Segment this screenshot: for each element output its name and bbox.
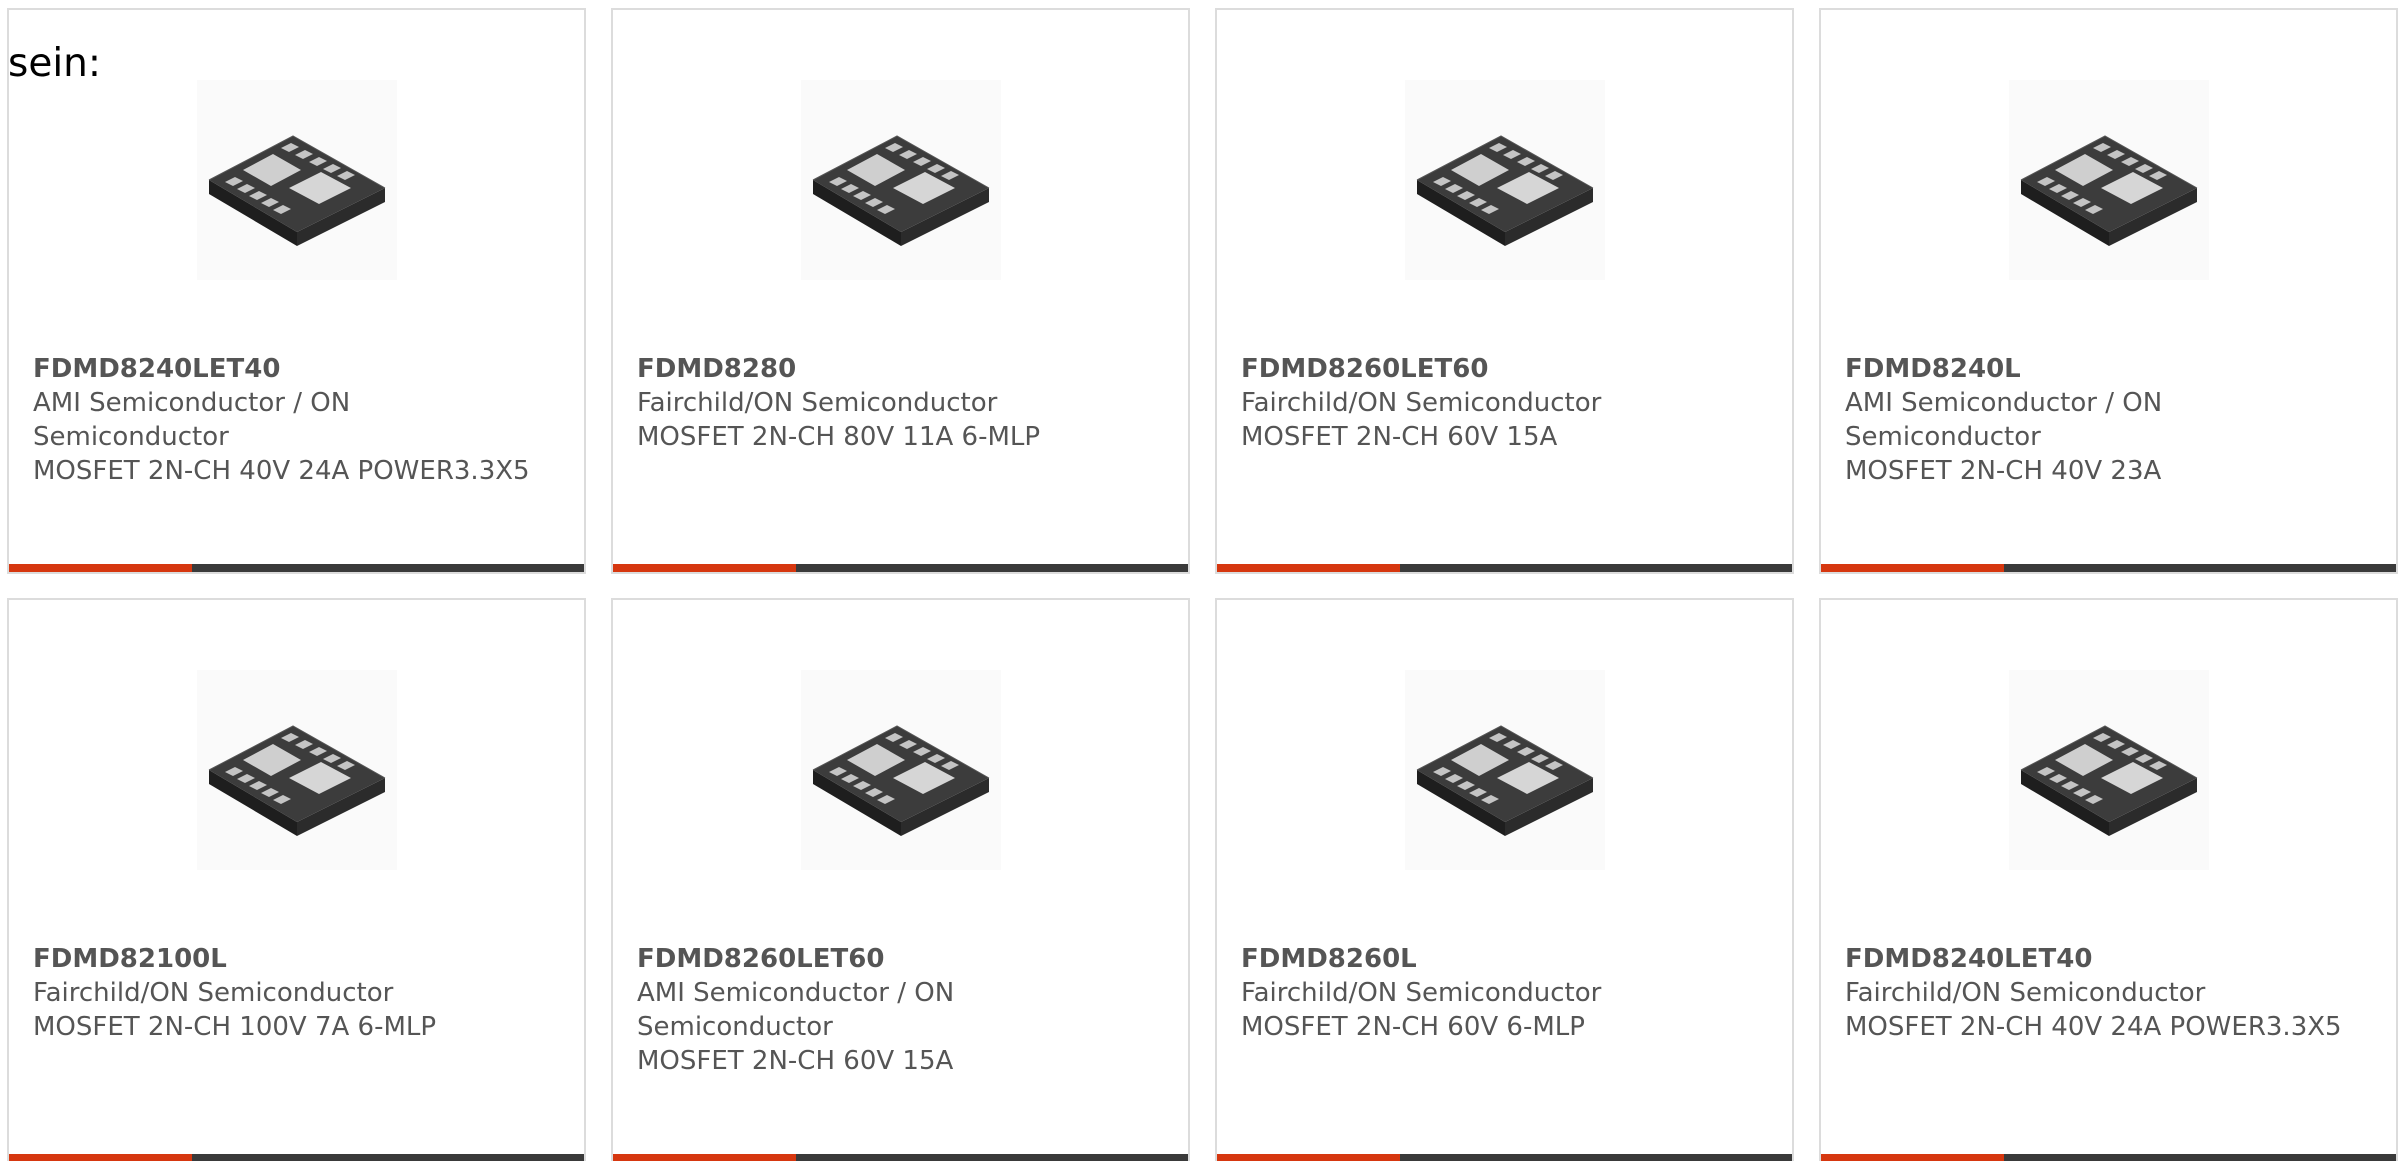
product-grid: FDMD8240LET40 AMI Semiconductor / ON Sem… <box>7 8 2400 1161</box>
mlp-chip-package-icon <box>2009 80 2209 280</box>
description: MOSFET 2N-CH 60V 15A <box>637 1046 954 1076</box>
part-number: FDMD82100L <box>33 944 227 974</box>
mlp-chip-package-icon <box>801 80 1001 280</box>
accent-segment <box>9 564 192 572</box>
card-footer-bar <box>9 564 584 572</box>
manufacturer: Fairchild/ON Semiconductor <box>33 978 394 1008</box>
manufacturer: Fairchild/ON Semiconductor <box>1845 978 2206 1008</box>
manufacturer: AMI Semiconductor / ON Semiconductor <box>33 388 351 452</box>
part-number: FDMD8240LET40 <box>33 354 281 384</box>
card-footer-bar <box>9 1154 584 1161</box>
product-card[interactable]: FDMD8260L Fairchild/ON Semiconductor MOS… <box>1215 598 1794 1161</box>
product-card[interactable]: FDMD8280 Fairchild/ON Semiconductor MOSF… <box>611 8 1190 574</box>
product-info: FDMD8260LET60 Fairchild/ON Semiconductor… <box>1241 352 1761 454</box>
mlp-chip-package-icon <box>1405 80 1605 280</box>
description: MOSFET 2N-CH 40V 24A POWER3.3X5 <box>33 456 530 486</box>
part-number: FDMD8240LET40 <box>1845 944 2093 974</box>
product-card[interactable]: FDMD8260LET60 Fairchild/ON Semiconductor… <box>1215 8 1794 574</box>
mlp-chip-package-icon <box>1405 670 1605 870</box>
manufacturer: Fairchild/ON Semiconductor <box>1241 388 1602 418</box>
description: MOSFET 2N-CH 80V 11A 6-MLP <box>637 422 1041 452</box>
product-card[interactable]: FDMD82100L Fairchild/ON Semiconductor MO… <box>7 598 586 1161</box>
description: MOSFET 2N-CH 60V 6-MLP <box>1241 1012 1585 1042</box>
accent-segment <box>1217 564 1400 572</box>
accent-segment <box>1217 1154 1400 1161</box>
part-number: FDMD8260LET60 <box>1241 354 1489 384</box>
product-info: FDMD82100L Fairchild/ON Semiconductor MO… <box>33 942 553 1044</box>
card-footer-bar <box>1217 564 1792 572</box>
card-footer-bar <box>613 1154 1188 1161</box>
product-card[interactable]: FDMD8240LET40 Fairchild/ON Semiconductor… <box>1819 598 2398 1161</box>
product-info: FDMD8260LET60 AMI Semiconductor / ON Sem… <box>637 942 1157 1078</box>
card-footer-bar <box>1217 1154 1792 1161</box>
mlp-chip-package-icon <box>2009 670 2209 870</box>
product-info: FDMD8240L AMI Semiconductor / ON Semicon… <box>1845 352 2365 488</box>
mlp-chip-package-icon <box>801 670 1001 870</box>
accent-segment <box>9 1154 192 1161</box>
product-card[interactable]: FDMD8240L AMI Semiconductor / ON Semicon… <box>1819 8 2398 574</box>
manufacturer: Fairchild/ON Semiconductor <box>637 388 998 418</box>
description: MOSFET 2N-CH 100V 7A 6-MLP <box>33 1012 437 1042</box>
product-card[interactable]: FDMD8260LET60 AMI Semiconductor / ON Sem… <box>611 598 1190 1161</box>
accent-segment <box>613 564 796 572</box>
description: MOSFET 2N-CH 40V 24A POWER3.3X5 <box>1845 1012 2342 1042</box>
part-number: FDMD8280 <box>637 354 797 384</box>
product-info: FDMD8240LET40 Fairchild/ON Semiconductor… <box>1845 942 2365 1044</box>
card-footer-bar <box>613 564 1188 572</box>
description: MOSFET 2N-CH 40V 23A <box>1845 456 2162 486</box>
product-info: FDMD8280 Fairchild/ON Semiconductor MOSF… <box>637 352 1157 454</box>
mlp-chip-package-icon <box>197 80 397 280</box>
accent-segment <box>1821 564 2004 572</box>
description: MOSFET 2N-CH 60V 15A <box>1241 422 1558 452</box>
part-number: FDMD8260L <box>1241 944 1417 974</box>
accent-segment <box>613 1154 796 1161</box>
intro-text: sein: <box>8 41 102 86</box>
product-card[interactable]: FDMD8240LET40 AMI Semiconductor / ON Sem… <box>7 8 586 574</box>
manufacturer: AMI Semiconductor / ON Semiconductor <box>1845 388 2163 452</box>
manufacturer: Fairchild/ON Semiconductor <box>1241 978 1602 1008</box>
part-number: FDMD8260LET60 <box>637 944 885 974</box>
part-number: FDMD8240L <box>1845 354 2021 384</box>
mlp-chip-package-icon <box>197 670 397 870</box>
accent-segment <box>1821 1154 2004 1161</box>
card-footer-bar <box>1821 1154 2396 1161</box>
page: sein: FDMD8240LET40 AMI Semiconductor / … <box>0 0 2400 1161</box>
card-footer-bar <box>1821 564 2396 572</box>
manufacturer: AMI Semiconductor / ON Semiconductor <box>637 978 955 1042</box>
product-info: FDMD8240LET40 AMI Semiconductor / ON Sem… <box>33 352 553 488</box>
product-info: FDMD8260L Fairchild/ON Semiconductor MOS… <box>1241 942 1761 1044</box>
